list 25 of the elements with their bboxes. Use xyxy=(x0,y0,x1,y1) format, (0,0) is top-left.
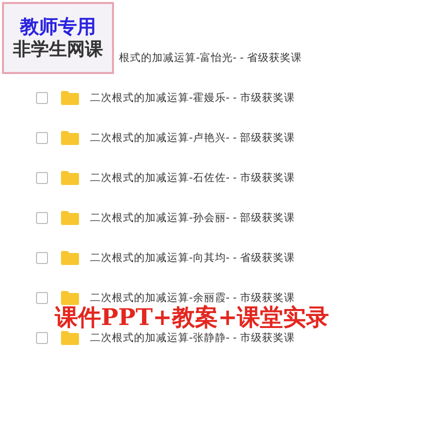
file-name[interactable]: 二次根式的加减运算-霍嫚乐- - 市级获奖课 xyxy=(90,91,296,105)
promo-caption: 课件PPT+教案+课堂实录 xyxy=(55,303,330,332)
checkbox[interactable] xyxy=(36,212,48,224)
checkbox[interactable] xyxy=(36,172,48,184)
folder-icon xyxy=(60,170,80,186)
file-name[interactable]: 二次根式的加减运算-向其均- - 省级获奖课 xyxy=(90,251,296,265)
file-name[interactable]: 二次根式的加减运算-余丽霞- - 市级获奖课 xyxy=(90,291,296,305)
file-name[interactable]: 二次根式的加减运算-张静静- - 市级获奖课 xyxy=(90,331,296,345)
file-name[interactable]: 二次根式的加减运算-孙会丽- - 部级获奖课 xyxy=(90,211,296,225)
folder-icon xyxy=(60,90,80,106)
checkbox[interactable] xyxy=(36,332,48,344)
badge-title: 教师专用 xyxy=(20,16,96,38)
checkbox[interactable] xyxy=(36,292,48,304)
folder-icon xyxy=(60,330,80,346)
checkbox[interactable] xyxy=(36,92,48,104)
file-name[interactable]: 根式的加减运算-富怡光- - 省级获奖课 xyxy=(119,51,302,65)
file-name[interactable]: 二次根式的加减运算-石佐佐- - 市级获奖课 xyxy=(90,171,296,185)
folder-icon xyxy=(60,250,80,266)
folder-icon xyxy=(60,130,80,146)
checkbox[interactable] xyxy=(36,252,48,264)
badge-subtitle: 非学生网课 xyxy=(13,40,103,60)
checkbox[interactable] xyxy=(36,132,48,144)
folder-icon xyxy=(60,210,80,226)
file-name[interactable]: 二次根式的加减运算-卢艳兴- - 部级获奖课 xyxy=(90,131,296,145)
folder-icon xyxy=(60,290,80,306)
